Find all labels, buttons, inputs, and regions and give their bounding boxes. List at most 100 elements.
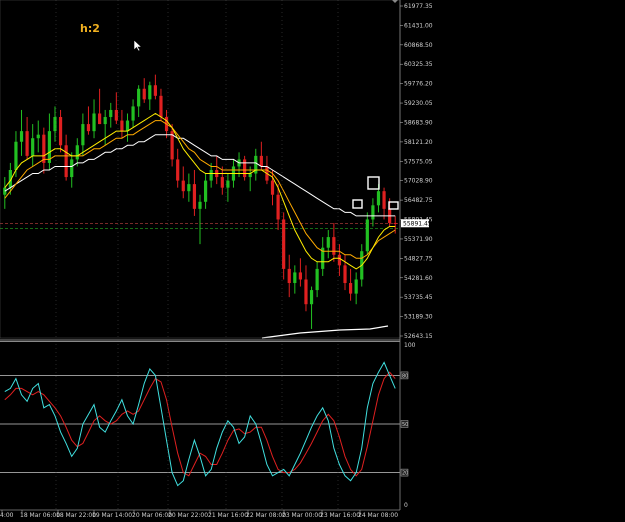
candle[interactable] — [103, 109, 107, 146]
candle[interactable] — [19, 109, 24, 156]
candle-body — [270, 180, 275, 195]
oscillator-pane[interactable] — [0, 361, 400, 487]
scroll-marker-icon[interactable] — [392, 0, 398, 3]
candle[interactable] — [92, 99, 96, 139]
candle[interactable] — [293, 265, 297, 294]
candle[interactable] — [109, 102, 113, 128]
candle[interactable] — [226, 173, 230, 202]
candle-body — [309, 290, 314, 305]
ma-fast-line — [4, 112, 396, 270]
candle[interactable] — [215, 155, 219, 185]
fractal-marker[interactable] — [388, 201, 399, 210]
candle[interactable] — [70, 152, 74, 188]
price-tick-label: 58683.90 — [404, 119, 433, 126]
candle-body — [42, 134, 46, 163]
candle[interactable] — [220, 166, 224, 195]
candle[interactable] — [315, 261, 319, 298]
candle[interactable] — [31, 124, 35, 167]
candle[interactable] — [187, 173, 191, 202]
candle[interactable] — [148, 81, 152, 110]
candle-body — [103, 117, 107, 125]
oscillator-max-label: 100 — [404, 342, 416, 349]
candle-body — [125, 120, 130, 132]
candle-body — [198, 201, 202, 209]
candle[interactable] — [142, 78, 146, 103]
candle[interactable] — [254, 148, 258, 181]
candle-body — [148, 85, 152, 100]
price-tick-label: 52643.15 — [404, 333, 433, 340]
candle[interactable] — [298, 258, 302, 287]
candle[interactable] — [243, 155, 247, 181]
price-pane[interactable] — [0, 74, 400, 339]
time-tick-label: 21 Mar 16:00 — [208, 512, 248, 519]
candle-body — [298, 272, 302, 280]
candle[interactable] — [203, 173, 208, 209]
candle-body — [64, 145, 68, 178]
candle[interactable] — [309, 286, 314, 329]
candle[interactable] — [337, 244, 342, 276]
candle-body — [181, 180, 185, 192]
candle[interactable] — [198, 194, 202, 245]
candle-body — [304, 279, 308, 305]
price-tick-label: 55371.90 — [404, 236, 433, 243]
candle-body — [282, 219, 286, 269]
candle[interactable] — [282, 212, 286, 280]
candle[interactable] — [86, 106, 91, 135]
time-tick-label: 18 Mar 22:00 — [56, 512, 96, 519]
candle[interactable] — [153, 74, 157, 100]
candle-body — [209, 169, 213, 181]
candle[interactable] — [332, 222, 336, 262]
oscillator-level-label: 20 — [402, 471, 408, 477]
candle[interactable] — [192, 169, 197, 216]
candle[interactable] — [3, 177, 7, 209]
candle[interactable] — [125, 113, 130, 142]
price-tick-label: 53735.45 — [404, 294, 433, 301]
candle[interactable] — [365, 212, 369, 255]
candle[interactable] — [131, 99, 135, 128]
candle[interactable] — [120, 109, 124, 139]
candle[interactable] — [98, 88, 102, 125]
candle[interactable] — [321, 237, 325, 276]
candle[interactable] — [371, 198, 375, 227]
candle-body — [343, 265, 347, 284]
candle[interactable] — [382, 187, 386, 220]
candle[interactable] — [36, 120, 40, 153]
candle-body — [3, 187, 7, 195]
fractal-marker[interactable] — [352, 199, 363, 209]
candle-body — [259, 155, 263, 167]
candle[interactable] — [47, 113, 52, 170]
candle[interactable] — [137, 85, 141, 118]
candle[interactable] — [75, 138, 79, 167]
mouse-cursor-icon — [133, 39, 143, 52]
candle-body — [120, 120, 124, 132]
candle[interactable] — [25, 117, 29, 160]
price-tick-label: 59230.05 — [404, 100, 433, 107]
candle[interactable] — [114, 92, 118, 125]
fractal-marker[interactable] — [367, 176, 380, 190]
candle[interactable] — [42, 127, 46, 174]
price-tick-label: 54281.60 — [404, 275, 433, 282]
candle-body — [192, 184, 197, 209]
price-tick-label: 54827.75 — [404, 255, 433, 262]
candle[interactable] — [348, 268, 353, 301]
candle[interactable] — [287, 254, 291, 298]
candle-body — [243, 159, 247, 178]
candle[interactable] — [58, 109, 63, 153]
candle[interactable] — [181, 166, 185, 199]
candle[interactable] — [326, 230, 330, 259]
candle[interactable] — [81, 113, 85, 156]
candle-body — [376, 191, 381, 206]
candle-body — [75, 145, 79, 160]
chart-canvas[interactable]: 61977.35 61431.00 60868.50 60325.35 59776.20… — [0, 0, 625, 522]
candle-body — [114, 109, 118, 121]
candle-body — [92, 113, 96, 132]
candle[interactable] — [64, 134, 68, 181]
candle-body — [382, 191, 386, 209]
price-tick-label: 57028.90 — [404, 178, 433, 185]
candle[interactable] — [304, 265, 308, 312]
candle[interactable] — [354, 272, 358, 305]
candle[interactable] — [343, 254, 347, 291]
candle-body — [58, 117, 63, 146]
candle-body — [337, 254, 342, 266]
candle[interactable] — [176, 148, 180, 188]
